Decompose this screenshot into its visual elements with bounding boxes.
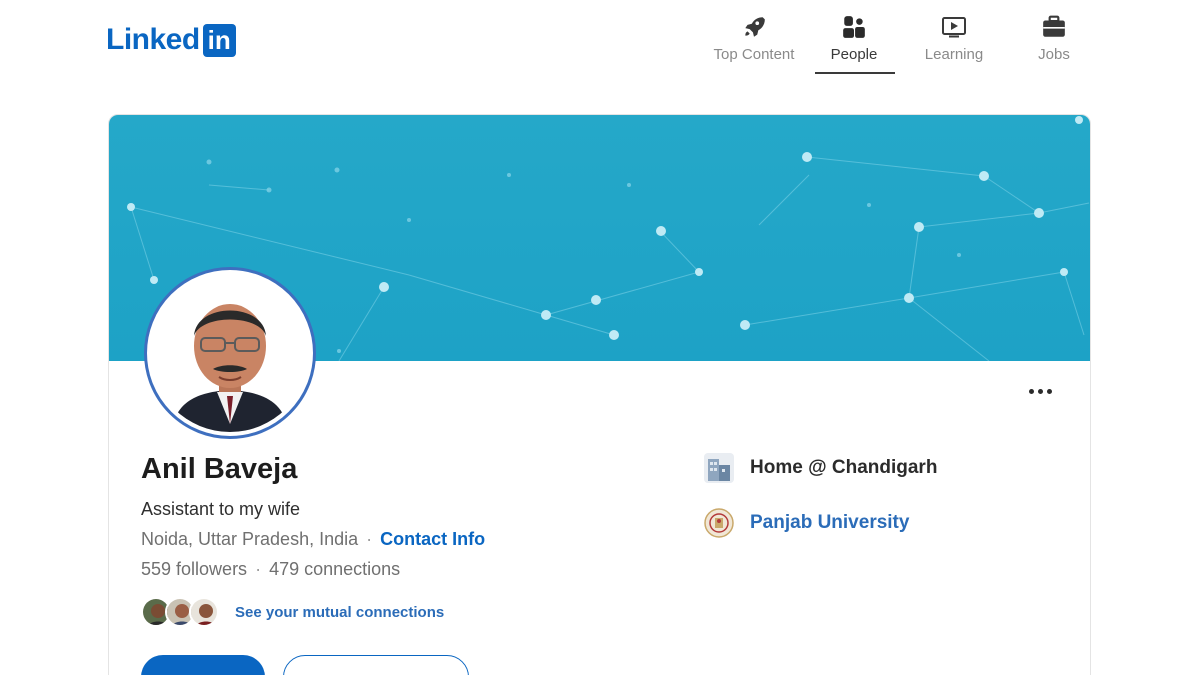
education-item[interactable]: Panjab University — [704, 506, 937, 540]
university-seal-icon — [704, 508, 734, 538]
contact-info-link[interactable]: Contact Info — [380, 529, 485, 549]
secondary-action-button[interactable] — [283, 655, 469, 675]
separator-dot: · — [255, 559, 262, 579]
current-position-item[interactable]: Home @ Chandigarh — [704, 451, 937, 485]
nav-label-learning: Learning — [924, 46, 984, 63]
logo-text: Linked — [106, 23, 200, 56]
nav-label-top-content: Top Content — [713, 46, 795, 63]
dot — [1046, 388, 1052, 394]
main-nav: Top Content People Learning Jobs — [704, 14, 1104, 74]
dot — [1028, 388, 1034, 394]
separator-dot: · — [366, 529, 373, 549]
people-icon — [841, 14, 867, 40]
profile-side-info: Home @ Chandigarh Panjab University — [704, 451, 937, 561]
building-icon — [704, 453, 734, 483]
stats-row: 559 followers · 479 connections — [141, 559, 400, 580]
profile-headline: Assistant to my wife — [141, 499, 301, 519]
nav-people[interactable]: People — [804, 14, 904, 74]
dot — [1037, 388, 1043, 394]
rocket-icon — [741, 14, 767, 40]
avatar-photo — [151, 274, 309, 432]
primary-action-button[interactable] — [141, 655, 265, 675]
linkedin-logo[interactable]: Linked in — [106, 22, 236, 58]
mutual-avatars — [141, 597, 219, 627]
briefcase-icon — [1041, 14, 1067, 40]
location-row: Noida, Uttar Pradesh, India · Contact Info — [141, 529, 485, 550]
avatar — [189, 597, 219, 627]
education-text: Panjab University — [750, 512, 910, 533]
mutual-connections-row[interactable]: See your mutual connections — [141, 597, 444, 627]
play-icon — [941, 14, 967, 40]
profile-name: Anil Baveja — [141, 453, 298, 485]
followers-count[interactable]: 559 followers — [141, 559, 247, 579]
current-position-text: Home @ Chandigarh — [750, 457, 938, 478]
mutual-connections-link[interactable]: See your mutual connections — [235, 604, 444, 621]
action-buttons — [141, 655, 469, 675]
top-header: Linked in Top Content People Learning Jo… — [0, 0, 1200, 100]
nav-label-people: People — [830, 46, 878, 63]
nav-label-jobs: Jobs — [1038, 46, 1070, 63]
connections-count[interactable]: 479 connections — [269, 559, 400, 579]
nav-top-content[interactable]: Top Content — [704, 14, 804, 74]
profile-avatar[interactable] — [144, 267, 316, 439]
more-options-button[interactable] — [1022, 379, 1058, 403]
nav-learning[interactable]: Learning — [904, 14, 1004, 74]
nav-jobs[interactable]: Jobs — [1004, 14, 1104, 74]
profile-card: Anil Baveja Assistant to my wife Noida, … — [108, 114, 1091, 675]
profile-location: Noida, Uttar Pradesh, India — [141, 529, 359, 549]
logo-badge: in — [202, 23, 236, 57]
